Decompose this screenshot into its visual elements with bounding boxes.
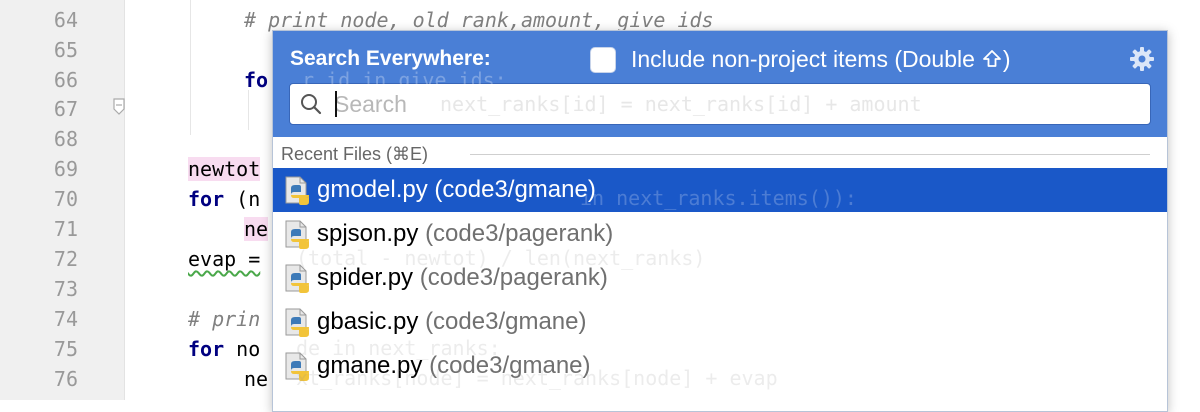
line-number: 76 [53,367,78,391]
result-item[interactable]: gbasic.py (code3/gmane) [273,300,1167,344]
line-number-gutter: 64 65 66 67 68 69 70 71 72 73 74 75 76 [0,0,125,400]
search-icon [301,94,322,115]
gear-icon[interactable] [1129,46,1155,72]
search-everywhere-popup[interactable]: Search Everywhere: Include non-project i… [272,30,1168,412]
result-label: spider.py (code3/pagerank) [317,264,608,291]
result-item[interactable]: spjson.py (code3/pagerank) [273,212,1167,256]
result-label: gbasic.py (code3/gmane) [317,308,587,335]
code-line-66: fo [244,68,269,92]
popup-header: Search Everywhere: Include non-project i… [273,31,1167,137]
python-file-icon [285,176,309,205]
search-input[interactable] [334,88,1134,120]
code-text: no [224,337,261,361]
section-divider [470,154,1150,155]
result-label: gmane.py (code3/gmane) [317,352,591,379]
keyword-for: for [188,337,225,361]
indent-guide [190,0,191,135]
python-file-icon [285,308,309,337]
result-item[interactable]: spider.py (code3/pagerank) [273,256,1167,300]
python-file-icon [285,264,309,293]
popup-title: Search Everywhere: [290,47,491,70]
include-non-project-label[interactable]: Include non-project items (Double) [631,44,1011,74]
include-non-project-checkbox[interactable] [590,47,616,73]
code-line-72: evap = [188,247,261,271]
code-text: (n [224,187,261,211]
keyword-for: for [188,187,225,211]
result-list[interactable]: gmodel.py (code3/gmane) spjson.py (code3… [273,168,1167,388]
result-item[interactable]: gmodel.py (code3/gmane) [273,168,1167,212]
search-box[interactable] [289,83,1151,125]
text-caret [335,91,337,117]
shift-icon [983,50,1001,67]
result-item[interactable]: gmane.py (code3/gmane) [273,344,1167,388]
variable-highlight: ne [244,217,269,241]
result-label: spjson.py (code3/pagerank) [317,220,614,247]
code-line-76: ne [244,367,269,391]
recent-files-header: Recent Files (⌘E) [281,144,429,164]
python-file-icon [285,352,309,381]
result-label: gmodel.py (code3/gmane) [317,176,596,203]
variable-highlight: newtot [188,157,261,181]
python-file-icon [285,220,309,249]
